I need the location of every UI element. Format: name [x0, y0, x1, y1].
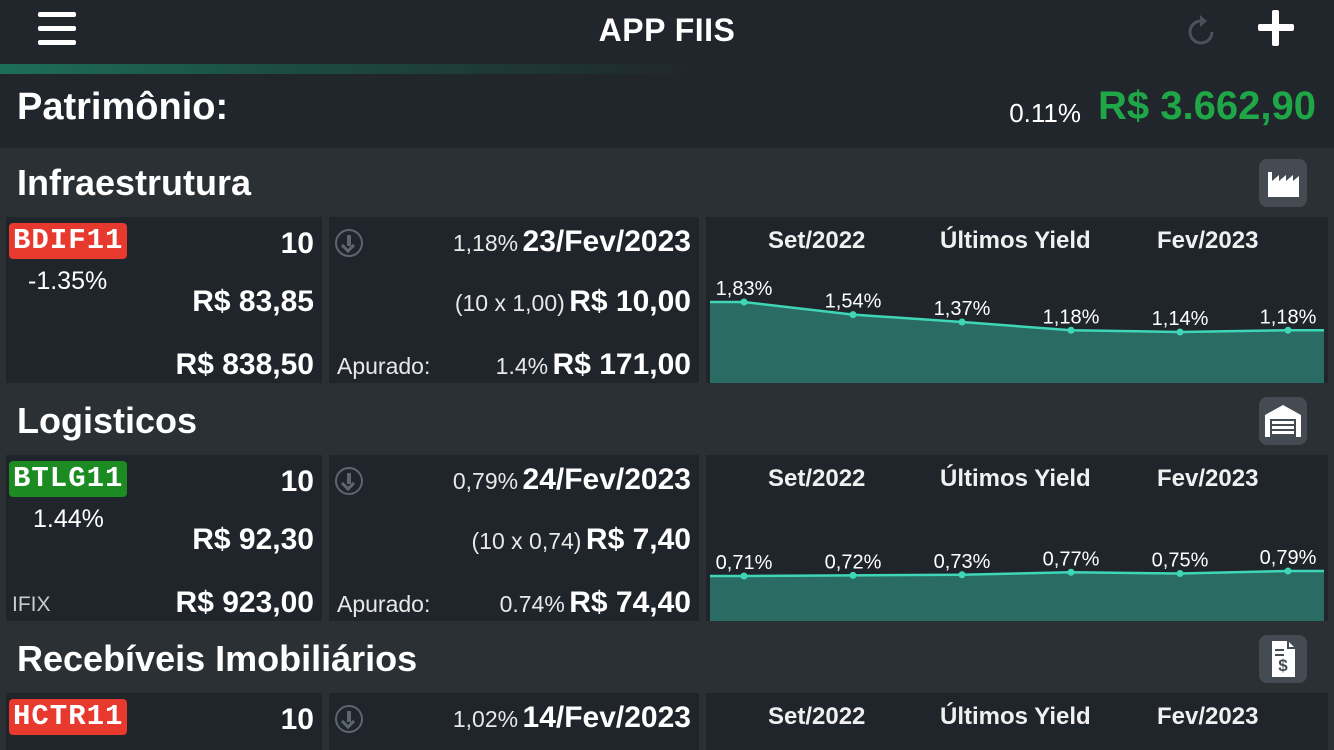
plus-icon[interactable] — [1256, 8, 1296, 48]
chart-data-label: 0,79% — [1260, 547, 1317, 569]
apurado-label: Apurado: — [337, 591, 431, 617]
chart-title: Últimos Yield — [940, 703, 1091, 730]
dividend-date: 24/Fev/2023 — [522, 463, 691, 496]
chart-data-label: 1,14% — [1152, 308, 1209, 330]
warehouse-icon[interactable] — [1259, 397, 1307, 445]
section-header-infraestrutura: Infraestrutura — [0, 150, 1334, 212]
chart-right-label: Fev/2023 — [1157, 703, 1259, 730]
dividend-calc: (10 x 1,00) — [454, 290, 565, 316]
chart-left-label: Set/2022 — [768, 703, 866, 730]
fund-quantity: 10 — [280, 465, 314, 498]
dividend-date: 23/Fev/2023 — [522, 225, 691, 258]
chart-data-label: 1,18% — [1043, 306, 1100, 328]
section-title: Logisticos — [17, 400, 198, 441]
download-icon — [335, 705, 363, 733]
fund-price: R$ 92,30 — [192, 523, 314, 556]
apurado-label: Apurado: — [337, 353, 431, 379]
fund-change: 1.44% — [33, 505, 104, 533]
apurado-pct: 0.74% — [499, 591, 565, 617]
apurado-row: 0.74% R$ 74,40 — [500, 586, 691, 620]
invoice-dollar-icon[interactable]: $ — [1259, 635, 1307, 683]
dividend-card-bdif11[interactable]: 1,18% 23/Fev/2023 (10 x 1,00) R$ 10,00 A… — [329, 217, 699, 383]
download-icon — [335, 229, 363, 257]
dividend-yield: 0,79% — [452, 468, 519, 494]
ticker-badge: HCTR11 — [9, 699, 128, 735]
yield-chart-btlg11[interactable]: 0,71% 0,72% 0,73% 0,77% 0,75% 0,79% Set/2022 … — [706, 455, 1328, 621]
factory-icon[interactable] — [1259, 159, 1307, 207]
download-icon — [335, 467, 363, 495]
section-header-recebiveis: Recebíveis Imobiliários $ — [0, 626, 1334, 688]
fund-card-btlg11[interactable]: BTLG11 1.44% 10 R$ 92,30 IFIX R$ 923,00 — [6, 455, 322, 621]
dividend-card-hctr11[interactable]: 1,02% 14/Fev/2023 — [329, 693, 699, 750]
yield-chart-hctr11[interactable]: Set/2022 Últimos Yield Fev/2023 — [706, 693, 1328, 750]
chart-left-label: Set/2022 — [768, 227, 866, 254]
patrimonio-summary: Patrimônio: 0.11% R$ 3.662,90 — [0, 64, 1334, 148]
chart-data-label: 1,18% — [1260, 306, 1317, 328]
apurado-value: R$ 171,00 — [552, 348, 691, 381]
chart-area — [710, 571, 1324, 621]
apurado-pct: 1.4% — [495, 353, 549, 379]
chart-data-label: 0,75% — [1152, 550, 1209, 572]
patrimonio-change: 0.11% — [1009, 98, 1081, 128]
app-title: APP FIIS — [598, 12, 736, 48]
dividend-value: R$ 7,40 — [585, 523, 691, 556]
chart-right-label: Fev/2023 — [1157, 465, 1259, 492]
header-glow — [0, 64, 700, 74]
fund-quantity: 10 — [280, 703, 314, 736]
section-title: Recebíveis Imobiliários — [17, 638, 418, 679]
dividend-card-btlg11[interactable]: 0,79% 24/Fev/2023 (10 x 0,74) R$ 7,40 Ap… — [329, 455, 699, 621]
apurado-row: 1.4% R$ 171,00 — [496, 348, 691, 382]
patrimonio-value: R$ 3.662,90 — [1098, 84, 1316, 128]
ticker-badge: BDIF11 — [9, 223, 128, 259]
index-tag: IFIX — [12, 593, 51, 616]
chart-data-label: 1,37% — [934, 298, 991, 320]
chart-data-label: 0,73% — [934, 551, 991, 573]
fund-quantity: 10 — [280, 227, 314, 260]
apurado-value: R$ 74,40 — [569, 586, 691, 619]
dividend-date-row: 0,79% 24/Fev/2023 — [453, 463, 691, 497]
yield-chart-bdif11[interactable]: 1,83% 1,54% 1,37% 1,18% 1,14% 1,18% Set/2022 … — [706, 217, 1328, 383]
chart-data-label: 1,54% — [825, 291, 882, 313]
fund-change: -1.35% — [28, 267, 108, 295]
refresh-icon[interactable] — [1186, 12, 1218, 48]
chart-data-label: 1,83% — [716, 278, 773, 300]
dividend-value: R$ 10,00 — [569, 285, 691, 318]
fund-card-bdif11[interactable]: BDIF11 -1.35% 10 R$ 83,85 R$ 838,50 — [6, 217, 322, 383]
chart-data-label: 0,72% — [825, 551, 882, 573]
fund-total: R$ 838,50 — [175, 348, 314, 381]
top-app-bar: APP FIIS — [0, 0, 1334, 64]
section-header-logisticos: Logisticos — [0, 388, 1334, 450]
dividend-value-row: (10 x 0,74) R$ 7,40 — [472, 523, 691, 557]
fund-card-hctr11[interactable]: HCTR11 10 — [6, 693, 322, 750]
chart-data-label: 0,77% — [1043, 548, 1100, 570]
chart-title: Últimos Yield — [940, 465, 1091, 492]
fund-total: R$ 923,00 — [175, 586, 314, 619]
svg-text:$: $ — [1278, 656, 1288, 675]
chart-left-label: Set/2022 — [768, 465, 866, 492]
dividend-value-row: (10 x 1,00) R$ 10,00 — [455, 285, 691, 319]
dividend-yield: 1,02% — [452, 706, 519, 732]
dividend-calc: (10 x 0,74) — [471, 528, 582, 554]
section-title: Infraestrutura — [17, 162, 252, 203]
ticker-badge: BTLG11 — [9, 461, 128, 497]
dividend-date-row: 1,02% 14/Fev/2023 — [453, 701, 691, 735]
patrimonio-label: Patrimônio: — [17, 86, 229, 128]
chart-right-label: Fev/2023 — [1157, 227, 1259, 254]
dividend-date-row: 1,18% 23/Fev/2023 — [453, 225, 691, 259]
dividend-date: 14/Fev/2023 — [522, 701, 691, 734]
fund-price: R$ 83,85 — [192, 285, 314, 318]
chart-area — [710, 302, 1324, 383]
chart-data-label: 0,71% — [716, 552, 773, 574]
dividend-yield: 1,18% — [452, 230, 519, 256]
chart-title: Últimos Yield — [940, 227, 1091, 254]
